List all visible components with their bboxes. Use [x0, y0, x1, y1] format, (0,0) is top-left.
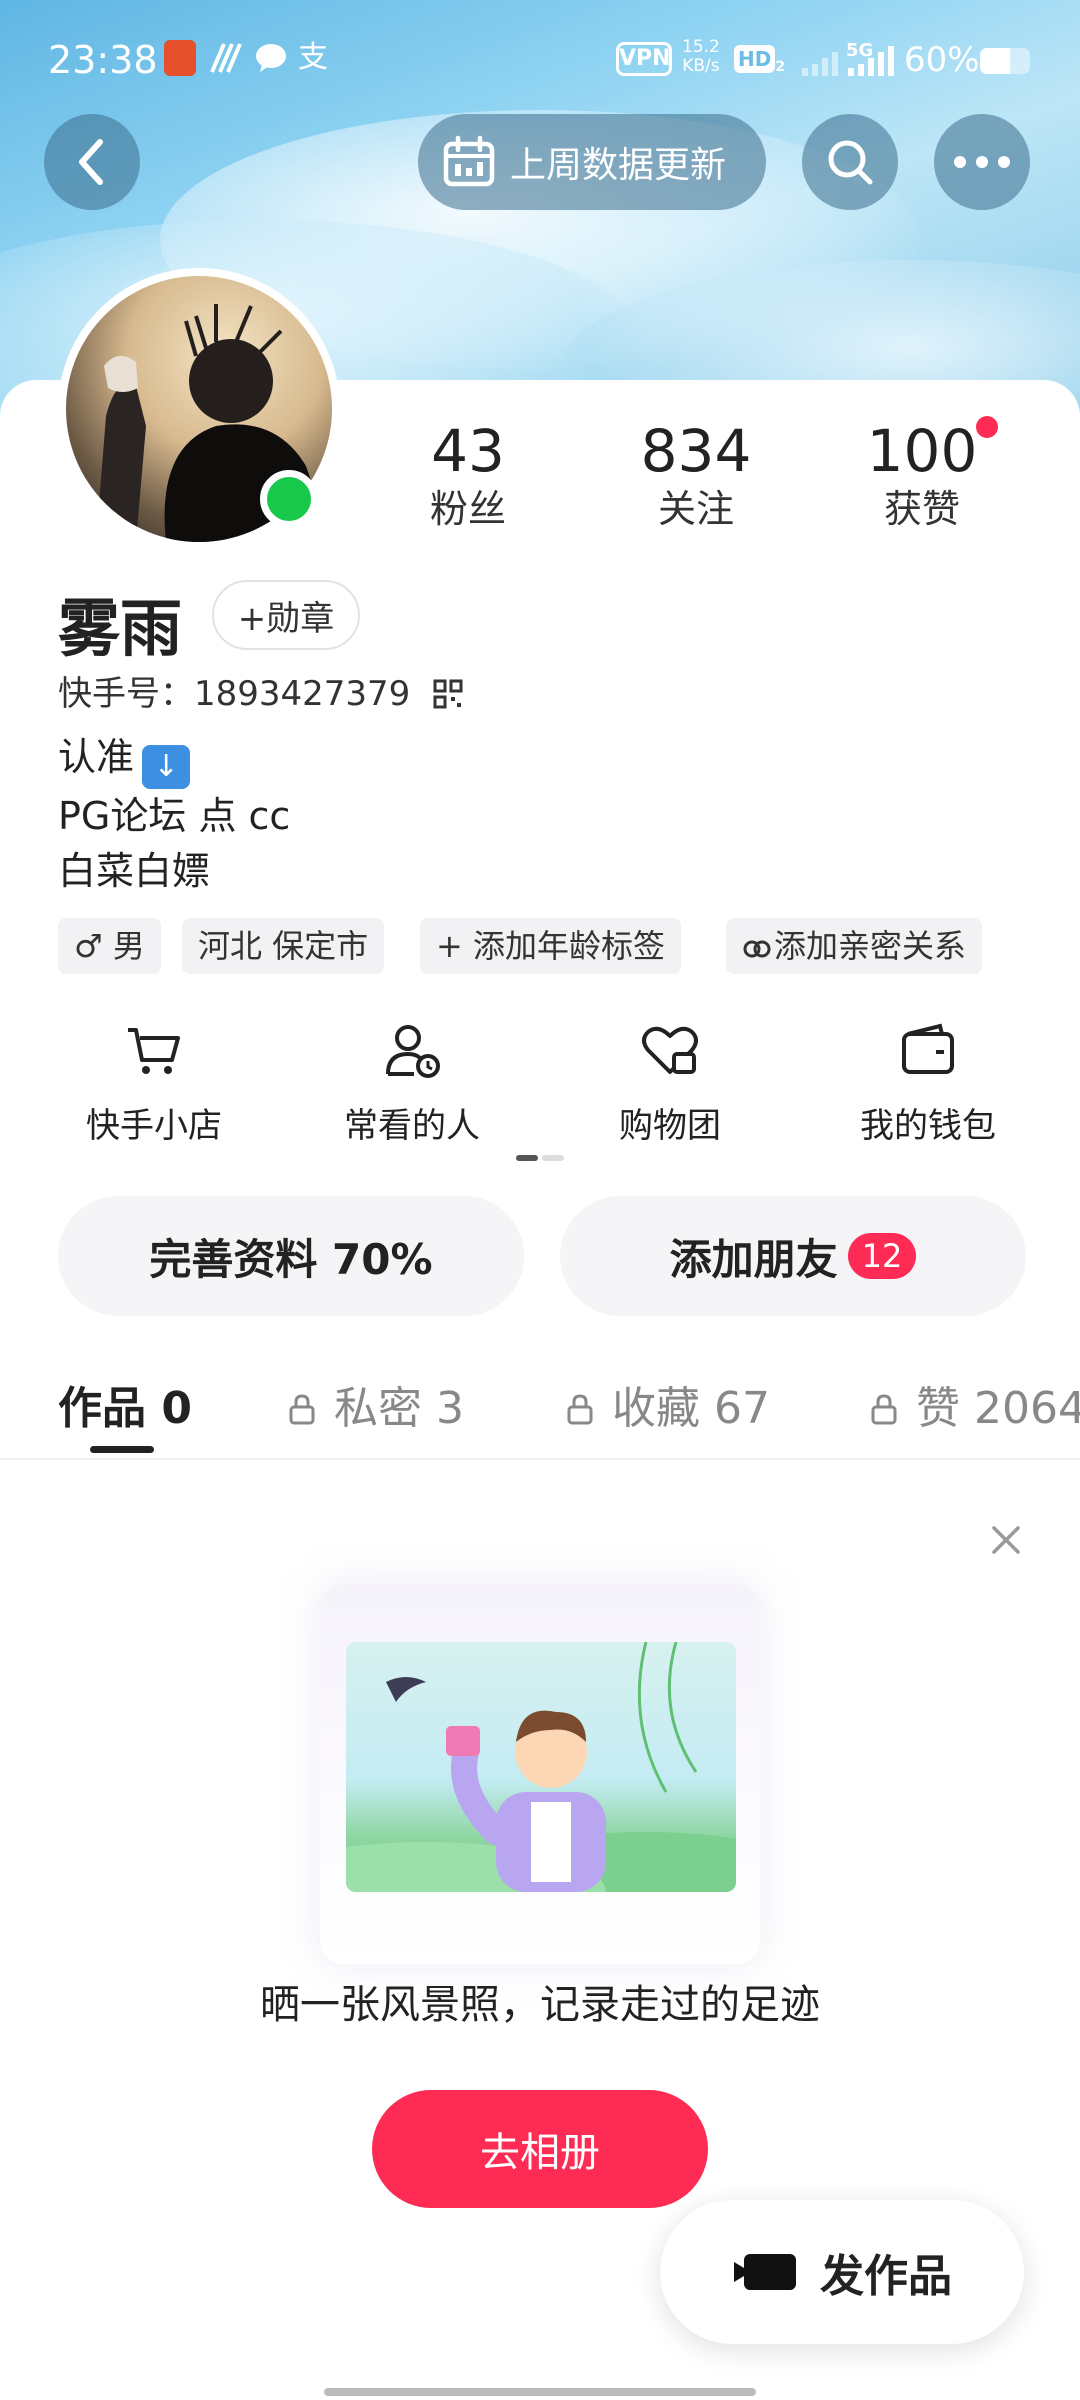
close-icon[interactable]: [986, 1520, 1026, 1560]
signal-strength-icon: [802, 52, 838, 76]
home-indicator[interactable]: [324, 2388, 756, 2396]
tab-likes[interactable]: 赞 2064: [870, 1372, 1080, 1436]
landscape-selfie-illustration: [346, 1642, 736, 1892]
app-notification-icon: [164, 40, 196, 76]
new-likes-dot: [976, 416, 998, 438]
lock-icon: [871, 1394, 897, 1425]
back-button[interactable]: [44, 114, 140, 210]
bio-line-1: 认准: [58, 735, 135, 779]
friend-requests-badge: 12: [847, 1233, 917, 1279]
lock-icon: [289, 1394, 315, 1425]
add-friends-label: 添加朋友: [669, 1234, 838, 1284]
fans-label: 粉丝: [429, 487, 506, 531]
alipay-icon: 支: [298, 40, 328, 75]
qr-code-icon: [433, 679, 463, 709]
bio-line-3: 白菜白嫖: [58, 849, 211, 893]
weekly-data-update-button[interactable]: 上周数据更新: [418, 114, 766, 210]
location-tag[interactable]: 河北 保定市: [182, 918, 385, 974]
cart-icon: [128, 1028, 180, 1074]
battery-icon: [980, 48, 1030, 74]
add-relationship-button[interactable]: 添加亲密关系: [726, 918, 983, 974]
video-camera-icon: [734, 2254, 796, 2290]
online-status-dot: [260, 470, 318, 528]
gender-tag[interactable]: ♂ 男: [58, 918, 161, 974]
down-arrow-emoji-icon: ↓: [142, 745, 191, 789]
calendar-icon: [443, 135, 495, 187]
more-options-button[interactable]: [934, 114, 1030, 210]
tab-works[interactable]: 作品 0: [58, 1372, 192, 1436]
battery-percent: 60%: [904, 40, 980, 80]
add-friends-button[interactable]: 添加朋友 12: [560, 1196, 1026, 1316]
following-count: 834: [640, 417, 752, 485]
bio-line-2: PG论坛 点 cc: [58, 794, 291, 838]
lines-app-icon: [210, 43, 242, 73]
go-to-album-button[interactable]: 去相册: [372, 2090, 708, 2208]
add-age-tag-button[interactable]: + 添加年龄标签: [420, 918, 681, 974]
likes-received-label: 获赞: [883, 487, 960, 531]
heart-bag-icon: [642, 1026, 698, 1074]
vpn-indicator: VPN: [616, 42, 672, 76]
link-heart-icon: [743, 940, 771, 958]
add-medal-button[interactable]: +勋章: [212, 580, 360, 650]
complete-profile-button[interactable]: 完善资料 70%: [58, 1196, 524, 1316]
tab-favorites[interactable]: 收藏 67: [566, 1372, 770, 1436]
status-time: 23:38: [48, 38, 158, 82]
frequent-people-button[interactable]: 常看的人: [292, 1018, 532, 1147]
fans-count: 43: [431, 417, 505, 485]
shopping-group-button[interactable]: 购物团: [550, 1018, 790, 1147]
empty-state-text: 晒一张风景照，记录走过的足迹: [260, 1982, 820, 2028]
weekly-data-update-label: 上周数据更新: [510, 145, 727, 186]
hd-voice-indicator: HD 2: [734, 42, 785, 76]
active-tab-indicator: [90, 1446, 154, 1453]
network-speed: 15.2 KB/s: [682, 37, 720, 76]
kuaishou-id[interactable]: 快手号：1893427379: [58, 666, 463, 715]
tab-private[interactable]: 私密 3: [288, 1372, 464, 1436]
kuaishou-shop-label: 快手小店: [86, 1106, 222, 1146]
more-dots-icon: [954, 156, 1010, 168]
person-clock-icon: [386, 1025, 440, 1078]
message-bubble-icon: [256, 44, 286, 72]
kuaishou-shop-button[interactable]: 快手小店: [34, 1018, 274, 1147]
status-bar: 23:38 支 VPN 15.2 KB/s HD 2 5G 60%: [0, 0, 1080, 120]
profile-name: 雾雨: [58, 592, 183, 665]
content-tabs: 作品 0 私密 3 收藏 67 赞 2064: [0, 1360, 1080, 1460]
shopping-group-label: 购物团: [619, 1106, 721, 1146]
following-stat[interactable]: 834 关注: [596, 418, 796, 534]
my-wallet-button[interactable]: 我的钱包: [808, 1018, 1048, 1147]
fans-stat[interactable]: 43 粉丝: [368, 418, 568, 534]
wallet-icon: [902, 1023, 954, 1074]
profile-bio: 认准 ↓ PG论坛 点 cc 白菜白嫖: [58, 730, 290, 899]
search-button[interactable]: [802, 114, 898, 210]
chevron-left-icon: [79, 139, 103, 185]
search-icon: [828, 140, 873, 185]
lock-icon: [567, 1394, 593, 1425]
quick-actions-page-indicator: [516, 1155, 564, 1161]
following-label: 关注: [657, 487, 734, 531]
publish-work-button[interactable]: 发作品: [660, 2200, 1024, 2344]
frequent-people-label: 常看的人: [344, 1106, 480, 1146]
my-wallet-label: 我的钱包: [860, 1106, 996, 1146]
publish-work-label: 发作品: [820, 2251, 952, 2302]
